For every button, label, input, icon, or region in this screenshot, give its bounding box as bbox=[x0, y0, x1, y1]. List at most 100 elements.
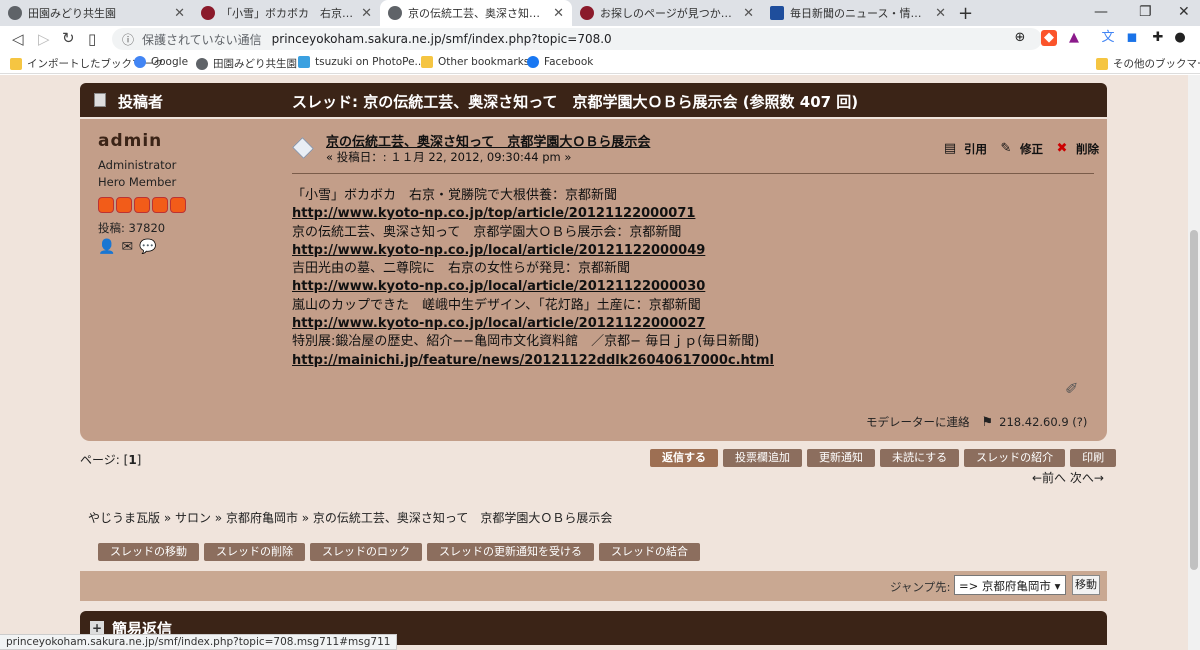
post-container: admin Administrator Hero Member 投稿: 3782… bbox=[80, 119, 1107, 441]
triangle-extension-icon[interactable]: ▲ bbox=[1066, 30, 1082, 46]
prev-next-links[interactable]: ←前へ 次へ→ bbox=[1032, 469, 1104, 486]
status-bar-url: princeyokoham.sakura.ne.jp/smf/index.php… bbox=[0, 634, 398, 650]
bookmark-label: tsuzuki on PhotoPe... bbox=[315, 56, 425, 68]
personal-message-icon[interactable]: 💬 bbox=[139, 239, 156, 255]
current-page: 1 bbox=[128, 453, 137, 467]
bookmark-label: Facebook bbox=[544, 56, 594, 68]
notify-button[interactable]: 更新通知 bbox=[807, 449, 875, 467]
remove-topic-button[interactable]: スレッドの削除 bbox=[204, 543, 305, 561]
translate-icon[interactable]: 文 bbox=[1100, 30, 1116, 46]
forward-arrow-icon[interactable]: ▷ bbox=[38, 30, 50, 48]
moderation-buttons: スレッドの移動 スレッドの削除 スレッドのロック スレッドの更新通知を受ける ス… bbox=[98, 543, 700, 561]
delete-icon: ✖ bbox=[1056, 141, 1068, 156]
zoom-icon[interactable]: ⊕ bbox=[1012, 30, 1028, 46]
extension-icon[interactable]: ◼ bbox=[1124, 30, 1140, 46]
post-divider bbox=[292, 173, 1094, 174]
profile-icons: 👤 ✉ 💬 bbox=[98, 239, 157, 255]
bookmark-facebook[interactable]: Facebook bbox=[527, 56, 593, 68]
tab-title: 田園みどり共生園 bbox=[28, 7, 116, 20]
rank-stars bbox=[98, 197, 186, 213]
address-bar[interactable]: ⓘ 保護されていない通信 princeyokoham.sakura.ne.jp/… bbox=[112, 28, 1042, 50]
email-icon[interactable]: ✉ bbox=[121, 239, 133, 255]
close-icon[interactable]: ✕ bbox=[743, 6, 754, 21]
star-icon bbox=[152, 197, 168, 213]
post-link[interactable]: http://mainichi.jp/feature/news/20121122… bbox=[292, 352, 774, 370]
folder-icon bbox=[421, 56, 433, 68]
post-count: 投稿: 37820 bbox=[98, 221, 166, 235]
print-button[interactable]: 印刷 bbox=[1070, 449, 1117, 467]
jump-select[interactable]: => 京都府亀岡市 ▾ bbox=[954, 575, 1066, 595]
browser-tab-3-active[interactable]: 京の伝統工芸、奥深さ知って 京都学 ✕ bbox=[380, 0, 572, 26]
bookmark-other[interactable]: Other bookmarks bbox=[421, 56, 529, 68]
send-topic-button[interactable]: スレッドの紹介 bbox=[964, 449, 1066, 467]
breadcrumb[interactable]: やじうま瓦版 » サロン » 京都府亀岡市 » 京の伝統工芸、奥深さ知って 京都… bbox=[88, 509, 612, 526]
facebook-icon bbox=[527, 56, 539, 68]
minimize-icon[interactable]: — bbox=[1094, 4, 1108, 20]
expand-plus-icon[interactable]: + bbox=[90, 621, 104, 635]
post-link[interactable]: http://www.kyoto-np.co.jp/top/article/20… bbox=[292, 205, 774, 223]
close-icon[interactable]: ✕ bbox=[361, 6, 372, 21]
scrollbar-thumb[interactable] bbox=[1190, 230, 1198, 570]
folder-icon bbox=[1096, 57, 1108, 70]
bookmark-label: その他のブックマーク bbox=[1113, 58, 1200, 70]
close-icon[interactable]: ✕ bbox=[174, 6, 185, 21]
browser-tab-1[interactable]: 田園みどり共生園 ✕ bbox=[0, 0, 193, 26]
info-icon[interactable]: ⓘ bbox=[122, 31, 134, 48]
bookmark-denen[interactable]: 田園みどり共生園 bbox=[196, 56, 297, 71]
globe-icon bbox=[8, 6, 22, 20]
merge-topic-button[interactable]: スレッドの結合 bbox=[599, 543, 700, 561]
bookmark-photopea[interactable]: tsuzuki on PhotoPe... bbox=[298, 56, 425, 68]
browser-tab-5[interactable]: 毎日新聞のニュース・情報サイト ✕ bbox=[762, 0, 954, 26]
reply-button[interactable]: 返信する bbox=[650, 449, 718, 467]
globe-icon bbox=[196, 57, 208, 70]
post-date: « 投稿日：: １１月 22, 2012, 09:30:44 pm » bbox=[326, 150, 572, 164]
delete-button[interactable]: ✖ 削除 bbox=[1054, 141, 1099, 157]
report-moderator-link[interactable]: モデレーターに連絡 bbox=[866, 414, 970, 430]
close-icon[interactable]: ✕ bbox=[935, 6, 946, 21]
ip-icon: ⚑ bbox=[981, 414, 994, 430]
post-subject[interactable]: 京の伝統工芸、奥深さ知って 京都学園大ＯＢら展示会 bbox=[326, 131, 650, 150]
moderator-row: モデレーターに連絡 ⚑ 218.42.60.9 (?) bbox=[866, 414, 1087, 430]
bookmark-icon[interactable]: ▯ bbox=[88, 30, 96, 48]
post-body-text: 「小雪」ボカボカ 右京・覚勝院で大根供養：京都新聞 bbox=[292, 188, 618, 203]
post-link[interactable]: http://www.kyoto-np.co.jp/local/article/… bbox=[292, 242, 774, 260]
maximize-icon[interactable]: ❐ bbox=[1139, 4, 1152, 20]
browser-tab-4[interactable]: お探しのページが見つかりません|京都新 ✕ bbox=[572, 0, 762, 26]
profile-icon[interactable]: 👤 bbox=[98, 239, 115, 255]
window-close-icon[interactable]: ✕ bbox=[1178, 4, 1190, 20]
post-body-text: 嵐山のカップできた 嵯峨中生デザイン、「花灯路」土産に：京都新聞 bbox=[292, 297, 701, 313]
puzzle-icon[interactable]: ✚ bbox=[1150, 30, 1166, 46]
jump-selected: => 京都府亀岡市 bbox=[959, 579, 1051, 593]
pages-label: ページ: [ bbox=[80, 453, 129, 467]
browser-tab-2[interactable]: 「小雪」ボカボカ 右京・覚勝院で大根 ✕ bbox=[193, 0, 380, 26]
bookmark-google[interactable]: Google bbox=[134, 56, 188, 68]
brave-icon[interactable]: ◆ bbox=[1041, 30, 1057, 46]
account-icon[interactable]: ● bbox=[1172, 30, 1188, 46]
close-icon[interactable]: ✕ bbox=[553, 6, 564, 21]
ip-address[interactable]: 218.42.60.9 (?) bbox=[999, 415, 1087, 429]
site-favicon-icon bbox=[580, 6, 594, 20]
reload-icon[interactable]: ↻ bbox=[62, 29, 75, 47]
pages-close: ] bbox=[136, 453, 142, 467]
topic-notify-button[interactable]: スレッドの更新通知を受ける bbox=[427, 543, 594, 561]
bookmark-label: Other bookmarks bbox=[438, 56, 530, 68]
url-text[interactable]: princeyokoham.sakura.ne.jp/smf/index.php… bbox=[272, 32, 612, 46]
author-name[interactable]: admin bbox=[98, 131, 162, 151]
add-poll-button[interactable]: 投票欄追加 bbox=[723, 449, 802, 467]
new-tab-plus-icon[interactable]: + bbox=[958, 3, 973, 24]
mark-unread-button[interactable]: 未読にする bbox=[880, 449, 960, 467]
quick-modify-icon[interactable]: ✐ bbox=[1065, 379, 1078, 398]
post-link[interactable]: http://www.kyoto-np.co.jp/local/article/… bbox=[292, 278, 774, 296]
quote-button[interactable]: ▤ 引用 bbox=[942, 141, 987, 157]
lock-topic-button[interactable]: スレッドのロック bbox=[310, 543, 422, 561]
modify-button[interactable]: ✎ 修正 bbox=[998, 141, 1043, 157]
back-arrow-icon[interactable]: ◁ bbox=[12, 30, 24, 48]
page-viewport: 投稿者 スレッド: 京の伝統工芸、奥深さ知って 京都学園大ＯＢら展示会 (参照数… bbox=[0, 75, 1188, 650]
jump-go-button[interactable]: 移動 bbox=[1072, 575, 1100, 595]
globe-icon bbox=[388, 6, 402, 20]
bookmark-label: Google bbox=[151, 56, 189, 68]
post-body-text: 吉田光由の墓、二尊院に 右京の女性らが発見：京都新聞 bbox=[292, 261, 631, 277]
bookmark-other-folder[interactable]: その他のブックマーク bbox=[1096, 56, 1200, 71]
move-topic-button[interactable]: スレッドの移動 bbox=[98, 543, 199, 561]
post-link[interactable]: http://www.kyoto-np.co.jp/local/article/… bbox=[292, 315, 774, 333]
